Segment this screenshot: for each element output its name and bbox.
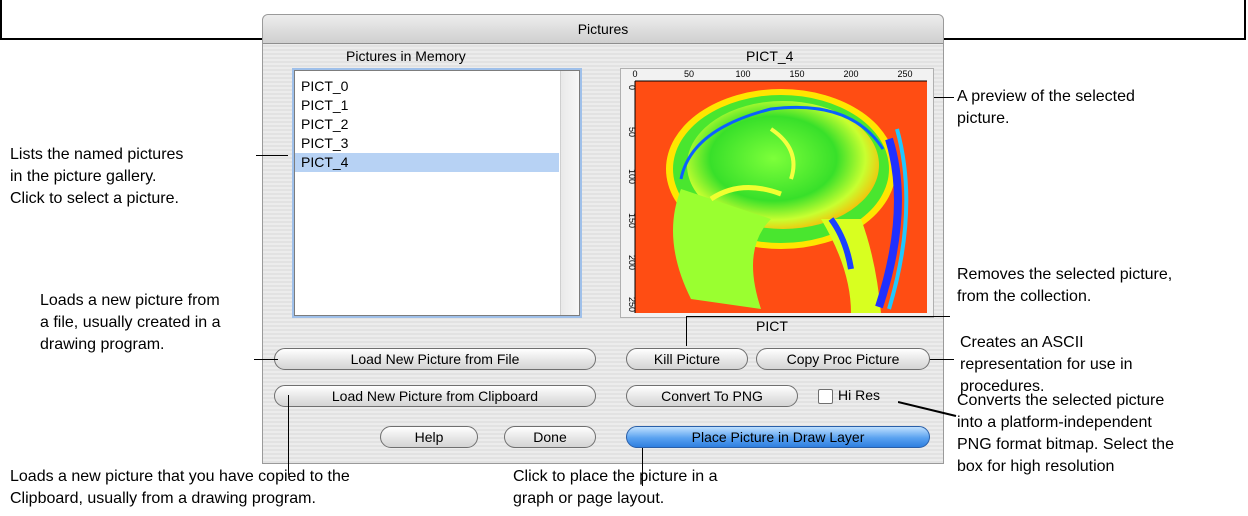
list-scrollbar[interactable] <box>560 71 579 315</box>
x-tick: 250 <box>897 69 912 79</box>
x-tick: 150 <box>789 69 804 79</box>
picture-preview: 0 50 100 150 200 250 0 50 100 150 200 25… <box>620 68 934 318</box>
annotation-kill: Removes the selected picture, from the c… <box>957 266 1173 305</box>
callout-line <box>254 359 278 360</box>
y-tick: 50 <box>627 127 637 137</box>
callout-line <box>642 448 643 486</box>
annotation-list: Lists the named pictures in the picture … <box>10 146 184 207</box>
y-tick: 250 <box>627 297 637 312</box>
annotation-copy: Creates an ASCII representation for use … <box>960 334 1133 395</box>
annotation-convert: Converts the selected picture into a pla… <box>957 392 1174 475</box>
place-in-draw-layer-button[interactable]: Place Picture in Draw Layer <box>626 426 930 448</box>
load-from-file-button[interactable]: Load New Picture from File <box>274 348 596 370</box>
y-tick: 200 <box>627 255 637 270</box>
annotation-preview: A preview of the selected picture. <box>957 88 1135 127</box>
copy-proc-picture-button[interactable]: Copy Proc Picture <box>756 348 930 370</box>
x-tick: 100 <box>735 69 750 79</box>
list-item[interactable]: PICT_2 <box>295 115 559 134</box>
help-button[interactable]: Help <box>380 426 478 448</box>
annotation-place: Click to place the picture in a graph or… <box>513 468 718 507</box>
y-tick: 150 <box>627 213 637 228</box>
x-tick: 200 <box>843 69 858 79</box>
y-tick: 100 <box>627 169 637 184</box>
hi-res-label: Hi Res <box>838 387 881 403</box>
dialog-title: Pictures <box>263 15 943 44</box>
callout-line <box>898 401 957 417</box>
hi-res-checkbox[interactable] <box>818 389 833 404</box>
picture-type-label: PICT <box>756 318 788 334</box>
callout-line <box>686 316 687 346</box>
preview-title: PICT_4 <box>746 48 794 64</box>
x-tick: 50 <box>684 69 694 79</box>
done-button[interactable]: Done <box>504 426 596 448</box>
callout-line <box>934 97 954 98</box>
callout-line <box>256 155 288 156</box>
pictures-list[interactable]: PICT_0 PICT_1 PICT_2 PICT_3 PICT_4 <box>294 70 580 316</box>
list-item[interactable]: PICT_3 <box>295 134 559 153</box>
callout-line <box>930 359 954 360</box>
annotation-load-file: Loads a new picture from a file, usually… <box>40 292 221 353</box>
kill-picture-button[interactable]: Kill Picture <box>626 348 748 370</box>
annotation-load-clipboard: Loads a new picture that you have copied… <box>10 468 350 507</box>
list-item-selected[interactable]: PICT_4 <box>295 153 559 172</box>
list-header: Pictures in Memory <box>346 48 466 64</box>
callout-line <box>686 316 950 317</box>
mri-picture: 0 50 100 150 200 250 0 50 100 150 200 25… <box>627 69 927 313</box>
list-item[interactable]: PICT_0 <box>295 77 559 96</box>
list-item[interactable]: PICT_1 <box>295 96 559 115</box>
x-tick: 0 <box>632 69 637 79</box>
load-from-clipboard-button[interactable]: Load New Picture from Clipboard <box>274 385 596 407</box>
y-tick: 0 <box>627 85 637 90</box>
convert-to-png-button[interactable]: Convert To PNG <box>626 385 798 407</box>
callout-line <box>288 395 289 475</box>
